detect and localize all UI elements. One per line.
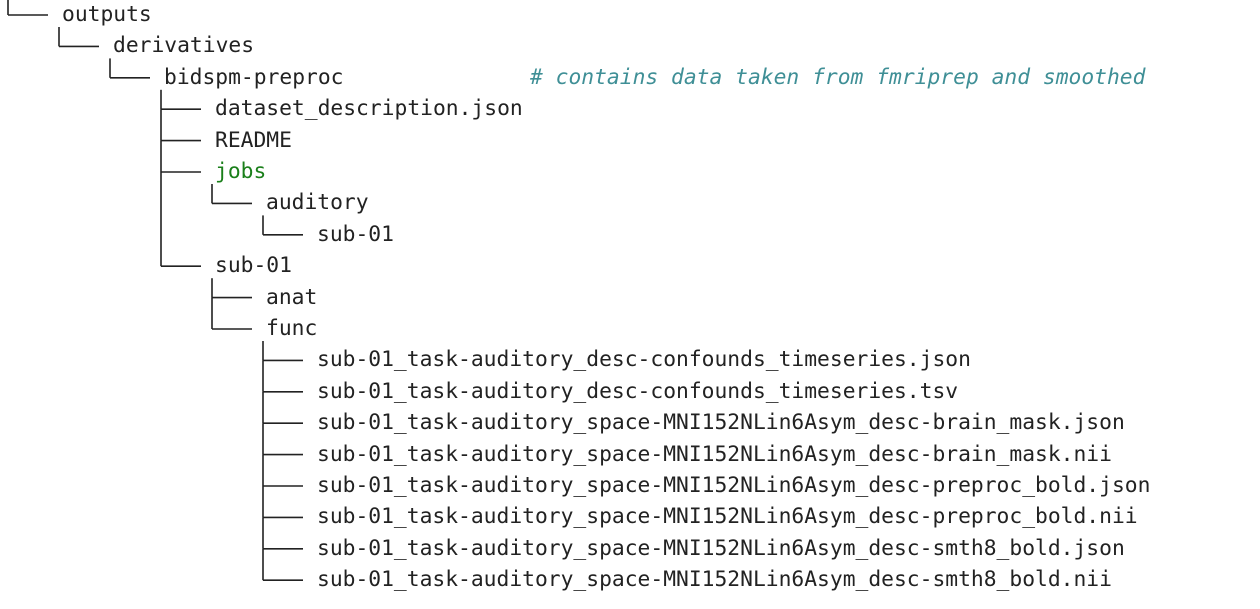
tree-node-label: outputs bbox=[62, 2, 152, 27]
directory-tree: outputs derivatives bidspm-preproc # contai… bbox=[0, 0, 1260, 609]
tree-node-label: README bbox=[215, 127, 292, 153]
tree-node-label: sub-01_task-auditory_desc-confounds_time… bbox=[317, 378, 959, 404]
tree-node-label: sub-01 bbox=[215, 253, 292, 279]
tree-node-label: auditory bbox=[266, 190, 369, 216]
tree-node-label: sub-01_task-auditory_space-MNI152NLin6As… bbox=[317, 441, 1112, 467]
tree-node-label: anat bbox=[266, 284, 318, 310]
tree-node-label: sub-01_task-auditory_space-MNI152NLin6As… bbox=[317, 567, 1112, 593]
tree-node-label: sub-01 bbox=[317, 221, 394, 247]
tree-node-label: sub-01_task-auditory_space-MNI152NLin6As… bbox=[317, 410, 1125, 436]
tree-node-label: bidspm-preproc bbox=[164, 64, 344, 90]
tree-node-label: sub-01_task-auditory_desc-confounds_time… bbox=[317, 347, 971, 373]
tree-node-label: dataset_description.json bbox=[215, 96, 523, 122]
tree-node-label: sub-01_task-auditory_space-MNI152NLin6As… bbox=[317, 535, 1125, 561]
tree-node-label: sub-01_task-auditory_space-MNI152NLin6As… bbox=[317, 504, 1138, 530]
tree-node-label: jobs bbox=[215, 159, 267, 184]
tree-node-label: sub-01_task-auditory_space-MNI152NLin6As… bbox=[317, 473, 1151, 498]
tree-node-label: func bbox=[266, 316, 318, 341]
tree-comment: # contains data taken from fmriprep and … bbox=[530, 64, 1146, 90]
tree-node-label: derivatives bbox=[113, 33, 255, 59]
